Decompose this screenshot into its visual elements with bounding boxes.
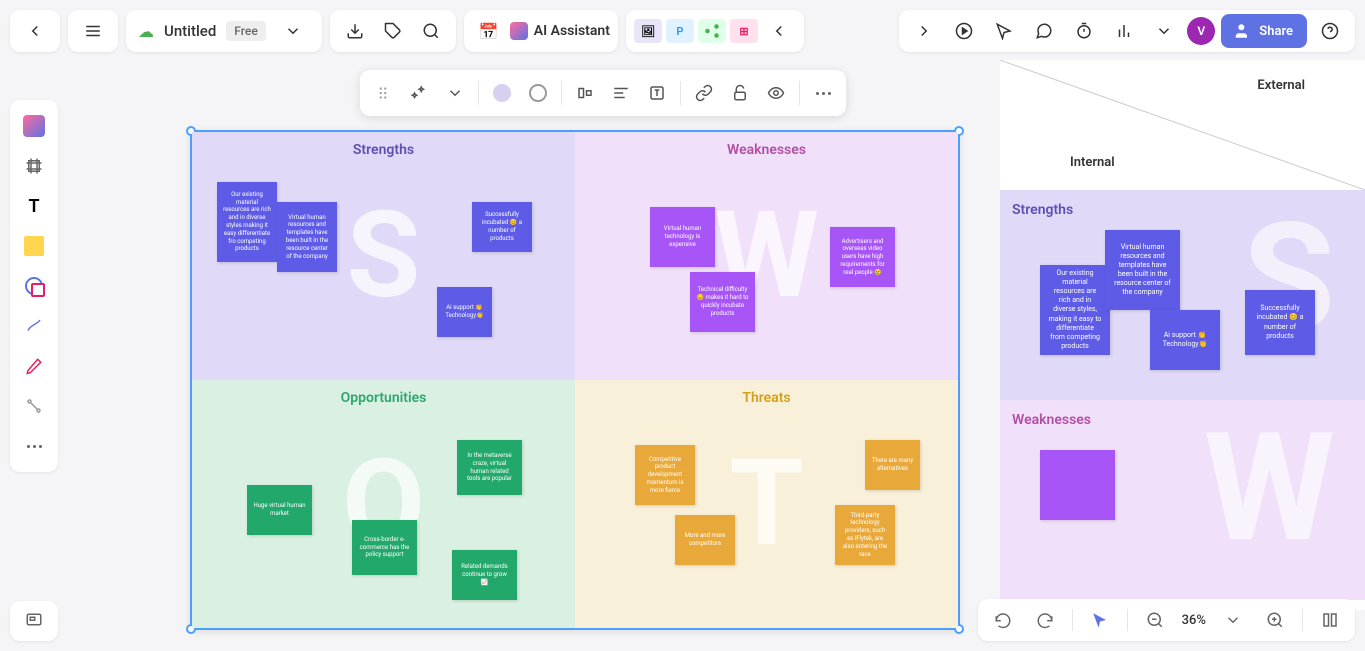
sticky-note[interactable]: Huge virtual human market bbox=[247, 485, 312, 535]
bottom-toolbar: 36% bbox=[978, 599, 1355, 641]
swot-frame[interactable]: Strengths S Our existing material resour… bbox=[190, 130, 960, 630]
threats-letter: T bbox=[729, 434, 803, 574]
sticky-note[interactable]: Virtual human technology is expensive bbox=[650, 207, 715, 267]
ai-label: AI Assistant bbox=[534, 23, 610, 39]
zoom-out-button[interactable] bbox=[1140, 605, 1170, 635]
internal-label: Internal bbox=[1070, 155, 1115, 170]
play-button[interactable] bbox=[947, 14, 981, 48]
line-tool[interactable] bbox=[16, 308, 52, 344]
zoom-in-button[interactable] bbox=[1260, 605, 1290, 635]
download-button[interactable] bbox=[338, 14, 372, 48]
text-tool[interactable]: T bbox=[16, 188, 52, 224]
document-title[interactable]: Untitled bbox=[164, 22, 216, 40]
mode-prev[interactable] bbox=[762, 14, 796, 48]
pointer-tool[interactable] bbox=[1085, 605, 1115, 635]
cursor-button[interactable] bbox=[987, 14, 1021, 48]
templates-tool[interactable] bbox=[16, 108, 52, 144]
chart-button[interactable] bbox=[1107, 14, 1141, 48]
strengths-letter: S bbox=[347, 186, 421, 326]
mode-grid[interactable]: ⊞ bbox=[730, 19, 758, 43]
frame-tool[interactable] bbox=[16, 148, 52, 184]
back-button[interactable] bbox=[18, 14, 52, 48]
tag-button[interactable] bbox=[376, 14, 410, 48]
more-dropdown[interactable] bbox=[1147, 14, 1181, 48]
menu-button[interactable] bbox=[76, 14, 110, 48]
minimap-button[interactable] bbox=[10, 601, 58, 641]
user-avatar[interactable]: V bbox=[1187, 17, 1215, 45]
sticky-note[interactable]: Third-party technology providers, such a… bbox=[835, 505, 895, 565]
weaknesses-quadrant[interactable]: Weaknesses W Virtual human technology is… bbox=[575, 132, 958, 380]
external-label: External bbox=[1257, 78, 1305, 93]
strengths-quadrant[interactable]: Strengths S Our existing material resour… bbox=[192, 132, 575, 380]
sticky-note[interactable]: Technical difficulty 😔 makes it hard to … bbox=[690, 272, 755, 332]
sticky-note[interactable]: Our existing material resources are rich… bbox=[217, 182, 277, 262]
undo-button[interactable] bbox=[988, 605, 1018, 635]
threats-quadrant[interactable]: Threats T Competitive product developmen… bbox=[575, 380, 958, 628]
preview-weaknesses[interactable]: Weaknesses W bbox=[1000, 400, 1365, 600]
mode-share[interactable] bbox=[698, 19, 726, 43]
sticky-note[interactable]: There are many alternatives bbox=[865, 440, 920, 490]
sticky-note[interactable]: Successfully incubated 😊 a number of pro… bbox=[472, 202, 532, 252]
ai-icon bbox=[510, 22, 528, 40]
search-button[interactable] bbox=[414, 14, 448, 48]
ai-assistant-button[interactable]: AI Assistant bbox=[510, 22, 610, 40]
share-button[interactable]: Share bbox=[1221, 14, 1307, 48]
redo-button[interactable] bbox=[1030, 605, 1060, 635]
timer-button[interactable] bbox=[1067, 14, 1101, 48]
share-label: Share bbox=[1259, 24, 1293, 39]
shape-tool[interactable] bbox=[16, 268, 52, 304]
sticky-note[interactable]: More and more competitors bbox=[675, 515, 735, 565]
tool-sidebar: T bbox=[10, 100, 58, 472]
zoom-level[interactable]: 36% bbox=[1182, 613, 1206, 628]
sticky-note[interactable]: Ai support 👏Technology👏 bbox=[437, 287, 492, 337]
comment-button[interactable] bbox=[1027, 14, 1061, 48]
calendar-button[interactable]: 📅 bbox=[472, 14, 506, 48]
sticky-note[interactable]: Our existing material resources are rich… bbox=[1040, 265, 1110, 355]
sticky-note[interactable]: Competitive product development momentum… bbox=[635, 445, 695, 505]
preview-strengths[interactable]: Strengths S Our existing material resour… bbox=[1000, 190, 1365, 400]
sticky-note[interactable]: Successfully incubated 😊 a number of pro… bbox=[1245, 290, 1315, 355]
map-button[interactable] bbox=[1315, 605, 1345, 635]
help-button[interactable] bbox=[1313, 14, 1347, 48]
sticky-note[interactable]: Advertisers and overseas video users hav… bbox=[830, 227, 895, 287]
canvas[interactable]: Strengths S Our existing material resour… bbox=[80, 60, 1000, 640]
weaknesses-title: Weaknesses bbox=[575, 132, 958, 168]
more-tools[interactable] bbox=[16, 428, 52, 464]
sticky-note[interactable]: Ai support 👏Technology👏 bbox=[1150, 310, 1220, 370]
threats-title: Threats bbox=[575, 380, 958, 416]
cloud-icon: ☁ bbox=[138, 22, 154, 41]
strengths-title: Strengths bbox=[192, 132, 575, 168]
sticky-tool[interactable] bbox=[16, 228, 52, 264]
preview-w-letter: W bbox=[1204, 400, 1335, 576]
sticky-note[interactable] bbox=[1040, 450, 1115, 520]
sticky-note[interactable]: Related demands continue to grow 📈 bbox=[452, 550, 517, 600]
preview-header[interactable]: External Internal bbox=[1000, 60, 1365, 190]
mode-p[interactable]: P bbox=[666, 19, 694, 43]
plan-dropdown[interactable] bbox=[276, 14, 310, 48]
sticky-note[interactable]: Virtual human resources and templates ha… bbox=[1105, 230, 1180, 310]
mode-image[interactable]: 🖼 bbox=[634, 19, 662, 43]
next-button[interactable] bbox=[907, 14, 941, 48]
sticky-note[interactable]: Cross-border e-commerce has the policy s… bbox=[352, 520, 417, 575]
connector-tool[interactable] bbox=[16, 388, 52, 424]
opportunities-title: Opportunities bbox=[192, 380, 575, 416]
pen-tool[interactable] bbox=[16, 348, 52, 384]
side-preview-panel: External Internal Strengths S Our existi… bbox=[1000, 60, 1365, 610]
zoom-dropdown[interactable] bbox=[1218, 605, 1248, 635]
sticky-note[interactable]: Virtual human resources and templates ha… bbox=[277, 202, 337, 272]
opportunities-quadrant[interactable]: Opportunities O Huge virtual human marke… bbox=[192, 380, 575, 628]
plan-badge[interactable]: Free bbox=[226, 21, 265, 41]
sticky-note[interactable]: In the metaverse craze, virtual human re… bbox=[457, 440, 522, 495]
